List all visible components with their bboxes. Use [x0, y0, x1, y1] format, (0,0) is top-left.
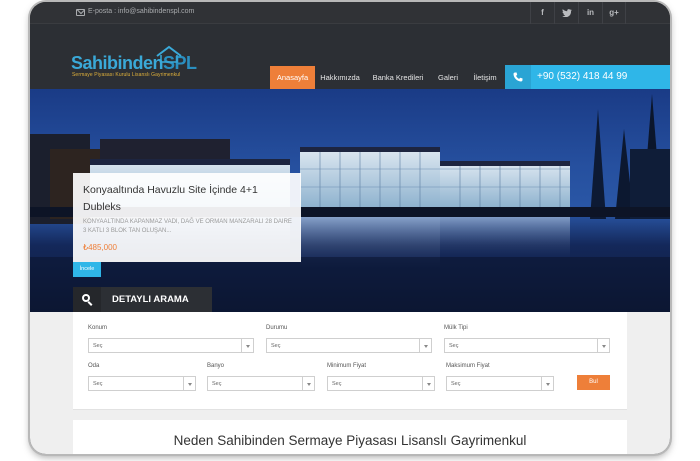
select-banyo[interactable]: Seç [207, 376, 315, 391]
listing-price: ₺485,000 [83, 243, 118, 252]
detailed-search-title: DETAYLI ARAMA [112, 294, 189, 305]
phone-box[interactable]: +90 (532) 418 44 99 [505, 65, 670, 89]
field-label-durumu: Durumu [266, 325, 288, 331]
field-label-oda: Oda [88, 363, 100, 369]
field-label-maksimum-fiyat: Maksimum Fiyat [446, 363, 490, 369]
select-oda[interactable]: Seç [88, 376, 196, 391]
incele-button[interactable]: İncele [73, 262, 101, 277]
nav-galeri[interactable]: Galeri [433, 66, 463, 89]
field-label-banyo: Banyo [207, 363, 225, 369]
chevron-down-icon [597, 339, 609, 352]
field-label-mulk-tipi: Mülk Tipi [444, 325, 468, 331]
mail-icon [76, 9, 85, 16]
search-icon [73, 287, 101, 312]
search-form: Konum Seç Durumu Seç Mülk Tipi Seç Oda S… [73, 312, 627, 410]
site-header: SahibindenSPL Sermaye Piyasası Kurulu Li… [30, 24, 670, 89]
nav-hakkimizda[interactable]: Hakkımızda [317, 66, 363, 89]
chevron-down-icon [419, 339, 431, 352]
top-bar: E-posta : info@sahibindenspl.com f in g+ [30, 2, 670, 24]
detailed-search-tab[interactable]: DETAYLI ARAMA [73, 287, 212, 312]
select-mulk-tipi[interactable]: Seç [444, 338, 610, 353]
browser-frame: E-posta : info@sahibindenspl.com f in g+… [30, 2, 670, 454]
google-plus-icon[interactable]: g+ [602, 2, 626, 24]
select-durumu[interactable]: Seç [266, 338, 432, 353]
facebook-icon[interactable]: f [530, 2, 554, 24]
field-label-minimum-fiyat: Minimum Fiyat [327, 363, 367, 369]
select-konum[interactable]: Seç [88, 338, 254, 353]
phone-number: +90 (532) 418 44 99 [537, 71, 628, 82]
logo-subtitle: Sermaye Piyasası Kurulu Lisanslı Gayrime… [72, 72, 181, 78]
hero-slider: Konyaaltında Havuzlu Site İçinde 4+1 Dub… [30, 89, 670, 312]
nav-banka-kredileri[interactable]: Banka Kredileri [369, 66, 427, 89]
section-title: Neden Sahibinden Sermaye Piyasası Lisans… [173, 433, 527, 448]
search-submit-button[interactable]: Bul [577, 375, 610, 390]
chevron-down-icon [422, 377, 434, 390]
select-maksimum-fiyat[interactable]: Seç [446, 376, 554, 391]
nav-anasayfa[interactable]: Anasayfa [270, 66, 315, 89]
contact-email[interactable]: E-posta : info@sahibindenspl.com [88, 8, 194, 15]
chevron-down-icon [541, 377, 553, 390]
chevron-down-icon [183, 377, 195, 390]
linkedin-icon[interactable]: in [578, 2, 602, 24]
search-panel: Konum Seç Durumu Seç Mülk Tipi Seç Oda S… [30, 312, 670, 454]
phone-icon [505, 65, 531, 89]
select-minimum-fiyat[interactable]: Seç [327, 376, 435, 391]
logo-house-icon [156, 45, 182, 63]
listing-description: KONYAALTINDA KAPANMAZ VADI, DAĞ VE ORMAN… [83, 219, 292, 234]
chevron-down-icon [302, 377, 314, 390]
listing-card[interactable]: Konyaaltında Havuzlu Site İçinde 4+1 Dub… [73, 173, 301, 262]
why-us-section: Neden Sahibinden Sermaye Piyasası Lisans… [73, 420, 627, 454]
chevron-down-icon [241, 339, 253, 352]
field-label-konum: Konum [88, 325, 108, 331]
nav-iletisim[interactable]: İletişim [469, 66, 501, 89]
listing-title[interactable]: Konyaaltında Havuzlu Site İçinde 4+1 Dub… [83, 182, 293, 216]
twitter-icon[interactable] [554, 2, 578, 24]
